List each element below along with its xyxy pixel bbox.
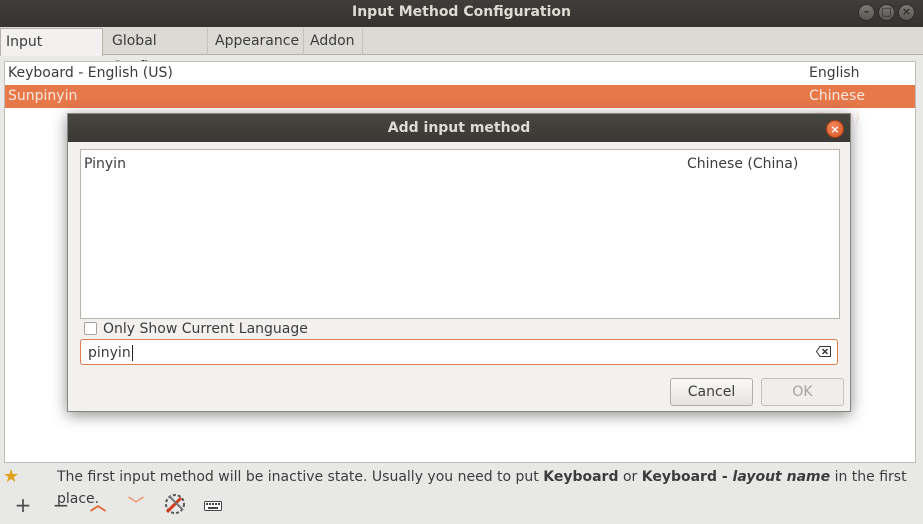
input-method-name: Sunpinyin [8,88,78,104]
add-input-method-dialog: Add input method × Pinyin Chinese (China… [67,113,851,412]
available-methods-list[interactable]: Pinyin Chinese (China) [80,149,840,319]
configure-icon[interactable] [162,492,188,518]
list-item[interactable]: Keyboard - English (US) English [5,62,915,85]
remove-icon[interactable]: − [48,492,74,518]
toolbar: + − ︿ ﹀ [0,490,923,520]
star-icon: ★ [3,466,20,487]
tab-global-config[interactable]: Global Config [107,28,208,75]
tab-appearance[interactable]: Appearance [210,28,304,55]
dialog-title: Add input method [68,114,850,142]
method-language: Chinese (China) [687,156,799,172]
window-title: Input Method Configuration [352,4,571,20]
dialog-close-icon[interactable]: × [826,120,844,138]
window-titlebar: Input Method Configuration – □ × [0,0,923,27]
minimize-icon[interactable]: – [858,4,875,21]
search-input[interactable]: pinyin [80,339,838,365]
close-icon[interactable]: × [898,4,915,21]
tab-bar: Input Method Global Config Appearance Ad… [0,27,923,76]
ok-button[interactable]: OK [761,378,844,406]
maximize-icon[interactable]: □ [878,4,895,21]
list-item-selected[interactable]: Sunpinyin Chinese (China) [5,85,915,126]
input-method-name: Keyboard - English (US) [8,65,173,81]
add-icon[interactable]: + [10,492,36,518]
keyboard-layout-icon[interactable] [200,492,226,518]
hint-bar: ★ The first input method will be inactiv… [0,466,923,507]
only-current-language-checkbox[interactable] [84,322,97,335]
input-method-language: English [809,65,860,81]
cancel-button[interactable]: Cancel [670,378,753,406]
tab-addon[interactable]: Addon [305,28,363,55]
clear-icon[interactable] [816,346,831,357]
method-name: Pinyin [84,156,126,172]
move-down-icon[interactable]: ﹀ [123,492,149,518]
search-value: pinyin [88,345,133,361]
tab-input-method[interactable]: Input Method [0,28,103,76]
move-up-icon[interactable]: ︿ [85,492,111,518]
list-item[interactable]: Pinyin Chinese (China) [84,154,834,174]
window-controls: – □ × [858,4,915,21]
only-current-language-label[interactable]: Only Show Current Language [103,320,308,338]
